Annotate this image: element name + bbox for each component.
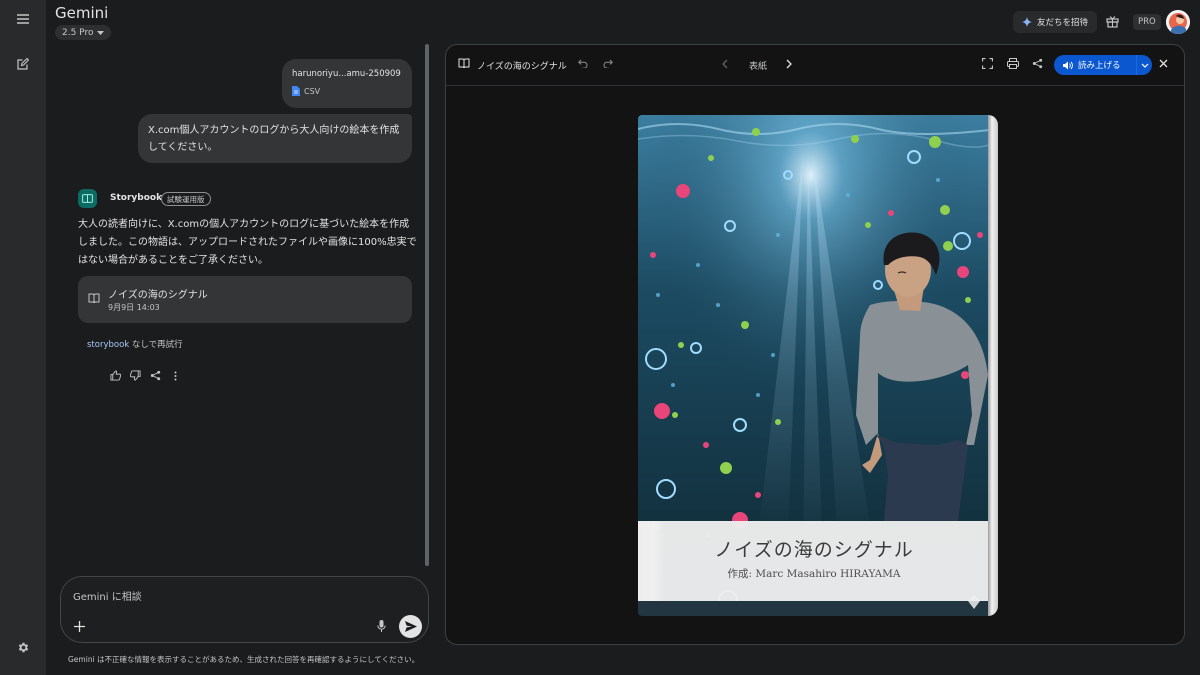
redo-icon[interactable] bbox=[603, 59, 613, 68]
thumb-down-icon[interactable] bbox=[130, 370, 141, 381]
experimental-badge: 試験運用版 bbox=[161, 192, 211, 206]
gift-icon[interactable] bbox=[1106, 15, 1119, 28]
prompt-input-box[interactable]: Gemini に相談 bbox=[60, 576, 429, 643]
share-icon[interactable] bbox=[150, 370, 161, 381]
prompt-input[interactable]: Gemini に相談 bbox=[73, 588, 142, 603]
add-icon[interactable] bbox=[71, 618, 87, 634]
retry-highlight: storybook bbox=[87, 340, 130, 350]
disclaimer: Gemini は不正確な情報を表示することがあるため、生成された回答を再確認する… bbox=[68, 655, 420, 664]
app-title: Gemini bbox=[55, 4, 109, 22]
fullscreen-icon[interactable] bbox=[982, 58, 993, 69]
menu-icon[interactable] bbox=[11, 7, 35, 31]
story-card[interactable]: ノイズの海のシグナル 9月9日 14:03 bbox=[78, 276, 412, 323]
chat-scrollbar[interactable] bbox=[425, 44, 429, 566]
read-aloud-options[interactable] bbox=[1137, 55, 1152, 75]
share-icon[interactable] bbox=[1032, 58, 1043, 69]
file-type-row: CSV bbox=[292, 86, 320, 96]
send-button[interactable] bbox=[399, 615, 422, 638]
cover-author: 作成: Marc Masahiro HIRAYAMA bbox=[727, 568, 901, 580]
prev-page-icon[interactable] bbox=[721, 59, 728, 69]
sparkle-icon bbox=[1022, 17, 1032, 27]
invite-label: 友だちを招待 bbox=[1037, 18, 1089, 28]
story-card-title: ノイズの海のシグナル bbox=[108, 290, 208, 301]
pro-badge: PRO bbox=[1133, 14, 1161, 30]
page-edge bbox=[988, 115, 998, 616]
document-icon bbox=[292, 86, 300, 96]
model-selector[interactable]: 2.5 Pro bbox=[55, 25, 112, 40]
read-aloud-main[interactable]: 読み上げる bbox=[1054, 55, 1137, 75]
settings-icon[interactable] bbox=[11, 635, 35, 659]
caret-down-icon bbox=[97, 30, 105, 35]
book-icon bbox=[458, 58, 470, 68]
user-message: X.com個人アカウントのログから大人向けの絵本を作成してください。 bbox=[138, 114, 412, 163]
file-name: harunoriyu...amu-250909 bbox=[292, 69, 401, 79]
file-attachment[interactable]: harunoriyu...amu-250909 CSV bbox=[282, 59, 412, 108]
agent-name: Storybook bbox=[110, 193, 163, 203]
book-cover[interactable]: ノイズの海のシグナル 作成: Marc Masahiro HIRAYAMA bbox=[638, 115, 998, 616]
retry-without-storybook-link[interactable]: storybook なしで再試行 bbox=[87, 338, 183, 350]
canvas-title: ノイズの海のシグナル bbox=[477, 62, 567, 72]
mic-icon[interactable] bbox=[374, 618, 388, 634]
story-card-date: 9月9日 14:03 bbox=[108, 303, 160, 312]
read-aloud-label: 読み上げる bbox=[1078, 61, 1121, 71]
next-page-icon[interactable] bbox=[786, 59, 793, 69]
read-aloud-button[interactable]: 読み上げる bbox=[1054, 55, 1152, 75]
chevron-down-icon bbox=[1141, 63, 1148, 68]
message-actions bbox=[110, 370, 181, 381]
cover-title: ノイズの海のシグナル bbox=[714, 539, 914, 561]
storybook-agent-icon bbox=[78, 189, 97, 208]
retry-rest: なしで再試行 bbox=[129, 340, 183, 350]
close-icon[interactable] bbox=[1159, 59, 1168, 68]
side-rail bbox=[0, 0, 46, 675]
book-icon bbox=[88, 293, 100, 303]
canvas-toolbar: ノイズの海のシグナル 表紙 読み上げる bbox=[446, 45, 1184, 86]
thumb-up-icon[interactable] bbox=[110, 370, 121, 381]
send-icon bbox=[404, 621, 417, 632]
undo-icon[interactable] bbox=[578, 59, 588, 68]
response-text: 大人の読者向けに、X.comの個人アカウントのログに基づいた絵本を作成しました。… bbox=[78, 219, 417, 266]
model-label: 2.5 Pro bbox=[62, 27, 94, 38]
page-label: 表紙 bbox=[749, 62, 768, 72]
new-chat-icon[interactable] bbox=[11, 52, 35, 76]
file-type-label: CSV bbox=[304, 86, 321, 96]
avatar[interactable] bbox=[1166, 10, 1190, 34]
speaker-icon bbox=[1063, 61, 1073, 69]
more-vert-icon[interactable] bbox=[170, 370, 181, 381]
print-icon[interactable] bbox=[1007, 58, 1019, 69]
invite-friends-button[interactable]: 友だちを招待 bbox=[1013, 11, 1098, 33]
